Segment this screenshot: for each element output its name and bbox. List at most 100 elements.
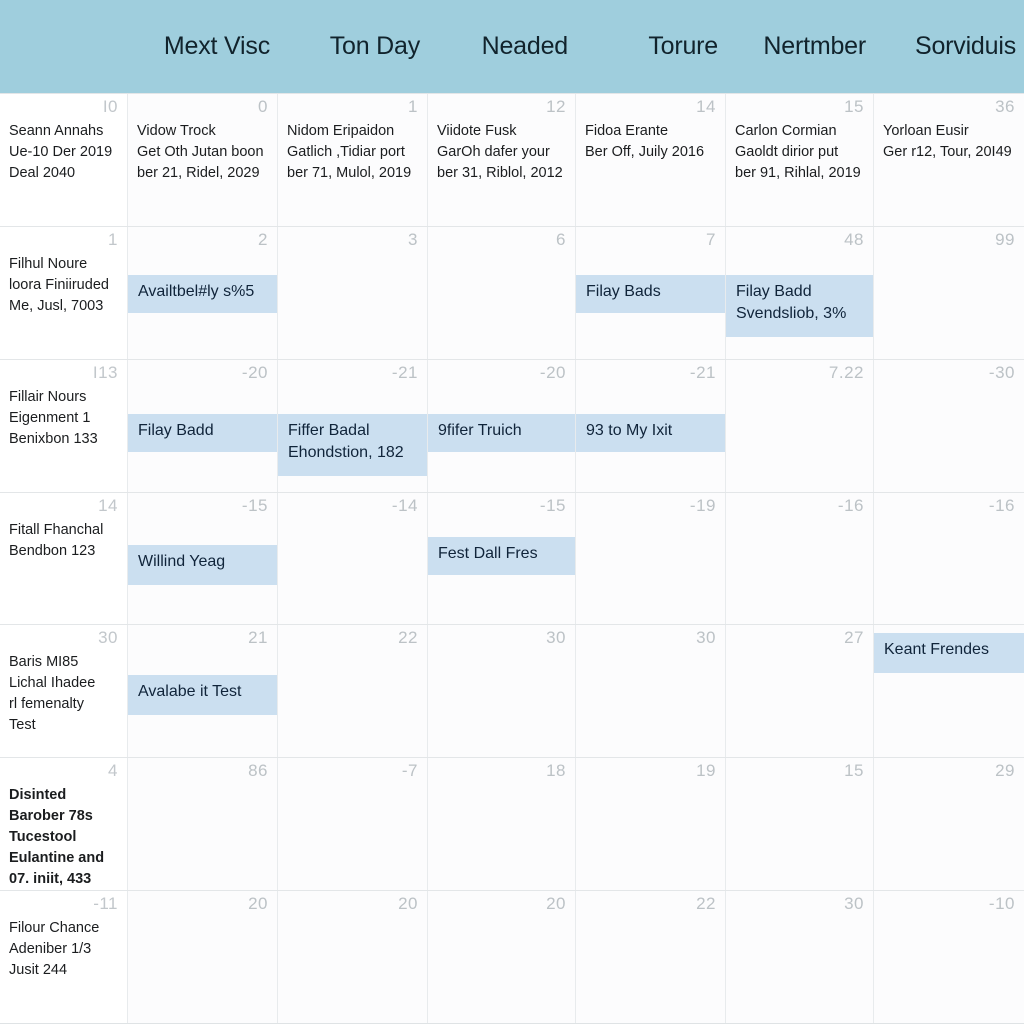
- calendar-event-chip[interactable]: 93 to My Ixit: [576, 413, 725, 452]
- day-number: 86: [248, 761, 268, 781]
- day-note-text: Fillair Nours Eigenment 1 Benixbon 133: [9, 388, 98, 447]
- calendar-day-cell[interactable]: 86: [128, 758, 278, 891]
- day-note-text: Filhul Noure loora Finiiruded Me, Jusl, …: [9, 255, 109, 314]
- calendar-event-chip[interactable]: Willind Yeag: [128, 544, 277, 585]
- calendar-grid: I0 Seann Annahs Ue-10 Der 2019 Deal 2040 0…: [0, 93, 1024, 1024]
- calendar-day-cell[interactable]: 20: [428, 891, 576, 1024]
- day-number: -7: [401, 761, 418, 781]
- day-number: -10: [988, 894, 1015, 914]
- day-note-text: Yorloan Eusir Ger r12, Tour, 20I49: [883, 123, 1012, 160]
- day-number: -21: [391, 362, 418, 382]
- day-number: 20: [398, 894, 418, 914]
- calendar-day-cell[interactable]: -20 Filay Badd: [128, 359, 278, 492]
- column-header-6[interactable]: Sorviduis: [874, 32, 1024, 61]
- calendar-day-cell[interactable]: 15: [726, 758, 874, 891]
- calendar-day-cell[interactable]: 22: [576, 891, 726, 1024]
- day-number: 6: [556, 229, 566, 249]
- calendar-event-chip[interactable]: Filay Badd: [128, 413, 277, 452]
- calendar-week-row: I13 Fillair Nours Eigenment 1 Benixbon 13…: [0, 359, 1024, 493]
- calendar-day-cell[interactable]: 12 Viidote Fusk GarOh dafer your ber 31, …: [428, 94, 576, 226]
- calendar-event-chip[interactable]: Fest Dall Fres: [428, 536, 575, 575]
- column-header-2[interactable]: Ton Day: [278, 32, 428, 61]
- day-number: -15: [241, 495, 268, 515]
- calendar-day-cell[interactable]: I13 Fillair Nours Eigenment 1 Benixbon 13…: [0, 359, 128, 492]
- calendar-day-cell[interactable]: 3: [278, 226, 428, 359]
- day-number: 18: [546, 761, 566, 781]
- day-number: 48: [844, 229, 864, 249]
- calendar-day-cell[interactable]: 4 Disinted Barober 78s Tucestool Eulantin…: [0, 758, 128, 891]
- calendar-day-cell[interactable]: 30: [576, 625, 726, 758]
- calendar-day-cell[interactable]: I0 Seann Annahs Ue-10 Der 2019 Deal 2040: [0, 94, 128, 226]
- column-header-1[interactable]: Mext Visc: [128, 32, 278, 61]
- calendar-day-cell[interactable]: 30: [726, 891, 874, 1024]
- calendar-month-view: Mext Visc Ton Day Neaded Torure Nertmber…: [0, 0, 1024, 1024]
- calendar-day-cell[interactable]: 36 Yorloan Eusir Ger r12, Tour, 20I49: [874, 94, 1024, 226]
- calendar-day-cell[interactable]: -10: [874, 891, 1024, 1024]
- calendar-event-chip[interactable]: Keant Frendes: [874, 633, 1024, 674]
- column-header-5[interactable]: Nertmber: [726, 32, 874, 61]
- calendar-day-cell[interactable]: -14: [278, 492, 428, 625]
- day-number: I13: [92, 362, 118, 382]
- calendar-day-cell[interactable]: -16: [874, 492, 1024, 625]
- calendar-day-cell[interactable]: 15 Carlon Cormian Gaoldt dirior put ber 9…: [726, 94, 874, 226]
- day-number: -14: [391, 495, 418, 515]
- calendar-day-cell[interactable]: 22: [278, 625, 428, 758]
- column-header-4[interactable]: Torure: [576, 32, 726, 61]
- calendar-day-cell[interactable]: -19: [576, 492, 726, 625]
- calendar-week-row: 30 Baris MI85 Lichal Ihadee rl femenalty …: [0, 625, 1024, 759]
- day-note-text: Carlon Cormian Gaoldt dirior put ber 91,…: [735, 123, 861, 181]
- day-number: -30: [988, 362, 1015, 382]
- day-note-text: Vidow Trock Get Oth Jutan boon ber 21, R…: [137, 123, 264, 181]
- calendar-week-row: -11 Filour Chance Adeniber 1/3 Jusit 244 2…: [0, 891, 1024, 1024]
- day-number: 19: [696, 761, 716, 781]
- calendar-day-cell[interactable]: 2 Availtbel#ly s%5: [128, 226, 278, 359]
- calendar-day-cell[interactable]: 1 Filhul Noure loora Finiiruded Me, Jusl,…: [0, 226, 128, 359]
- calendar-day-cell[interactable]: 14 Fidoa Erante Ber Off, Juily 2016: [576, 94, 726, 226]
- calendar-day-cell[interactable]: -20 9fifer Truich: [428, 359, 576, 492]
- day-note-text: Baris MI85 Lichal Ihadee rl femenalty Te…: [9, 654, 96, 734]
- calendar-event-chip[interactable]: Avalabe it Test: [128, 675, 277, 716]
- calendar-event-chip[interactable]: Fiffer Badal Ehondstion, 182: [278, 413, 427, 476]
- calendar-day-cell[interactable]: 48 Filay Badd Svendsliob, 3%: [726, 226, 874, 359]
- day-number: -20: [539, 362, 566, 382]
- day-number: 30: [696, 628, 716, 648]
- calendar-day-cell[interactable]: 20: [128, 891, 278, 1024]
- calendar-day-cell[interactable]: 29: [874, 758, 1024, 891]
- calendar-day-cell[interactable]: -21 93 to My Ixit: [576, 359, 726, 492]
- calendar-day-cell[interactable]: 7 Filay Bads: [576, 226, 726, 359]
- calendar-day-cell[interactable]: 30 Baris MI85 Lichal Ihadee rl femenalty …: [0, 625, 128, 758]
- calendar-day-cell[interactable]: 1 Nidom Eripaidon Gatlich ,Tidiar port be…: [278, 94, 428, 226]
- calendar-day-cell[interactable]: -15 Fest Dall Fres: [428, 492, 576, 625]
- column-header-3[interactable]: Neaded: [428, 32, 576, 61]
- calendar-day-cell[interactable]: 7.22: [726, 359, 874, 492]
- day-number: 1: [108, 229, 118, 249]
- calendar-day-cell[interactable]: -30: [874, 359, 1024, 492]
- calendar-week-row: 14 Fitall Fhanchal Bendbon 123 -15 Willind …: [0, 492, 1024, 626]
- day-number: 3: [408, 229, 418, 249]
- calendar-day-cell[interactable]: Keant Frendes: [874, 625, 1024, 758]
- calendar-day-cell[interactable]: 14 Fitall Fhanchal Bendbon 123: [0, 492, 128, 625]
- calendar-event-chip[interactable]: Filay Bads: [576, 274, 725, 313]
- calendar-day-cell[interactable]: 19: [576, 758, 726, 891]
- calendar-day-cell[interactable]: -7: [278, 758, 428, 891]
- calendar-event-chip[interactable]: Filay Badd Svendsliob, 3%: [726, 274, 873, 337]
- day-number: 2: [258, 229, 268, 249]
- calendar-day-cell[interactable]: -15 Willind Yeag: [128, 492, 278, 625]
- calendar-day-cell[interactable]: 27: [726, 625, 874, 758]
- calendar-day-cell[interactable]: 21 Avalabe it Test: [128, 625, 278, 758]
- calendar-day-cell[interactable]: -16: [726, 492, 874, 625]
- calendar-day-cell[interactable]: -11 Filour Chance Adeniber 1/3 Jusit 244: [0, 891, 128, 1024]
- calendar-event-chip[interactable]: 9fifer Truich: [428, 413, 575, 452]
- day-note-text: Filour Chance Adeniber 1/3 Jusit 244: [9, 920, 100, 979]
- calendar-day-cell[interactable]: 20: [278, 891, 428, 1024]
- calendar-day-cell[interactable]: 6: [428, 226, 576, 359]
- calendar-day-cell[interactable]: 99: [874, 226, 1024, 359]
- calendar-event-chip[interactable]: Availtbel#ly s%5: [128, 274, 277, 313]
- calendar-day-cell[interactable]: 18: [428, 758, 576, 891]
- calendar-day-cell[interactable]: 0 Vidow Trock Get Oth Jutan boon ber 21, …: [128, 94, 278, 226]
- day-number: 99: [995, 229, 1015, 249]
- day-note-text: Seann Annahs Ue-10 Der 2019 Deal 2040: [9, 123, 113, 181]
- calendar-day-cell[interactable]: 30: [428, 625, 576, 758]
- calendar-day-cell[interactable]: -21 Fiffer Badal Ehondstion, 182: [278, 359, 428, 492]
- calendar-week-row: I0 Seann Annahs Ue-10 Der 2019 Deal 2040 0…: [0, 94, 1024, 227]
